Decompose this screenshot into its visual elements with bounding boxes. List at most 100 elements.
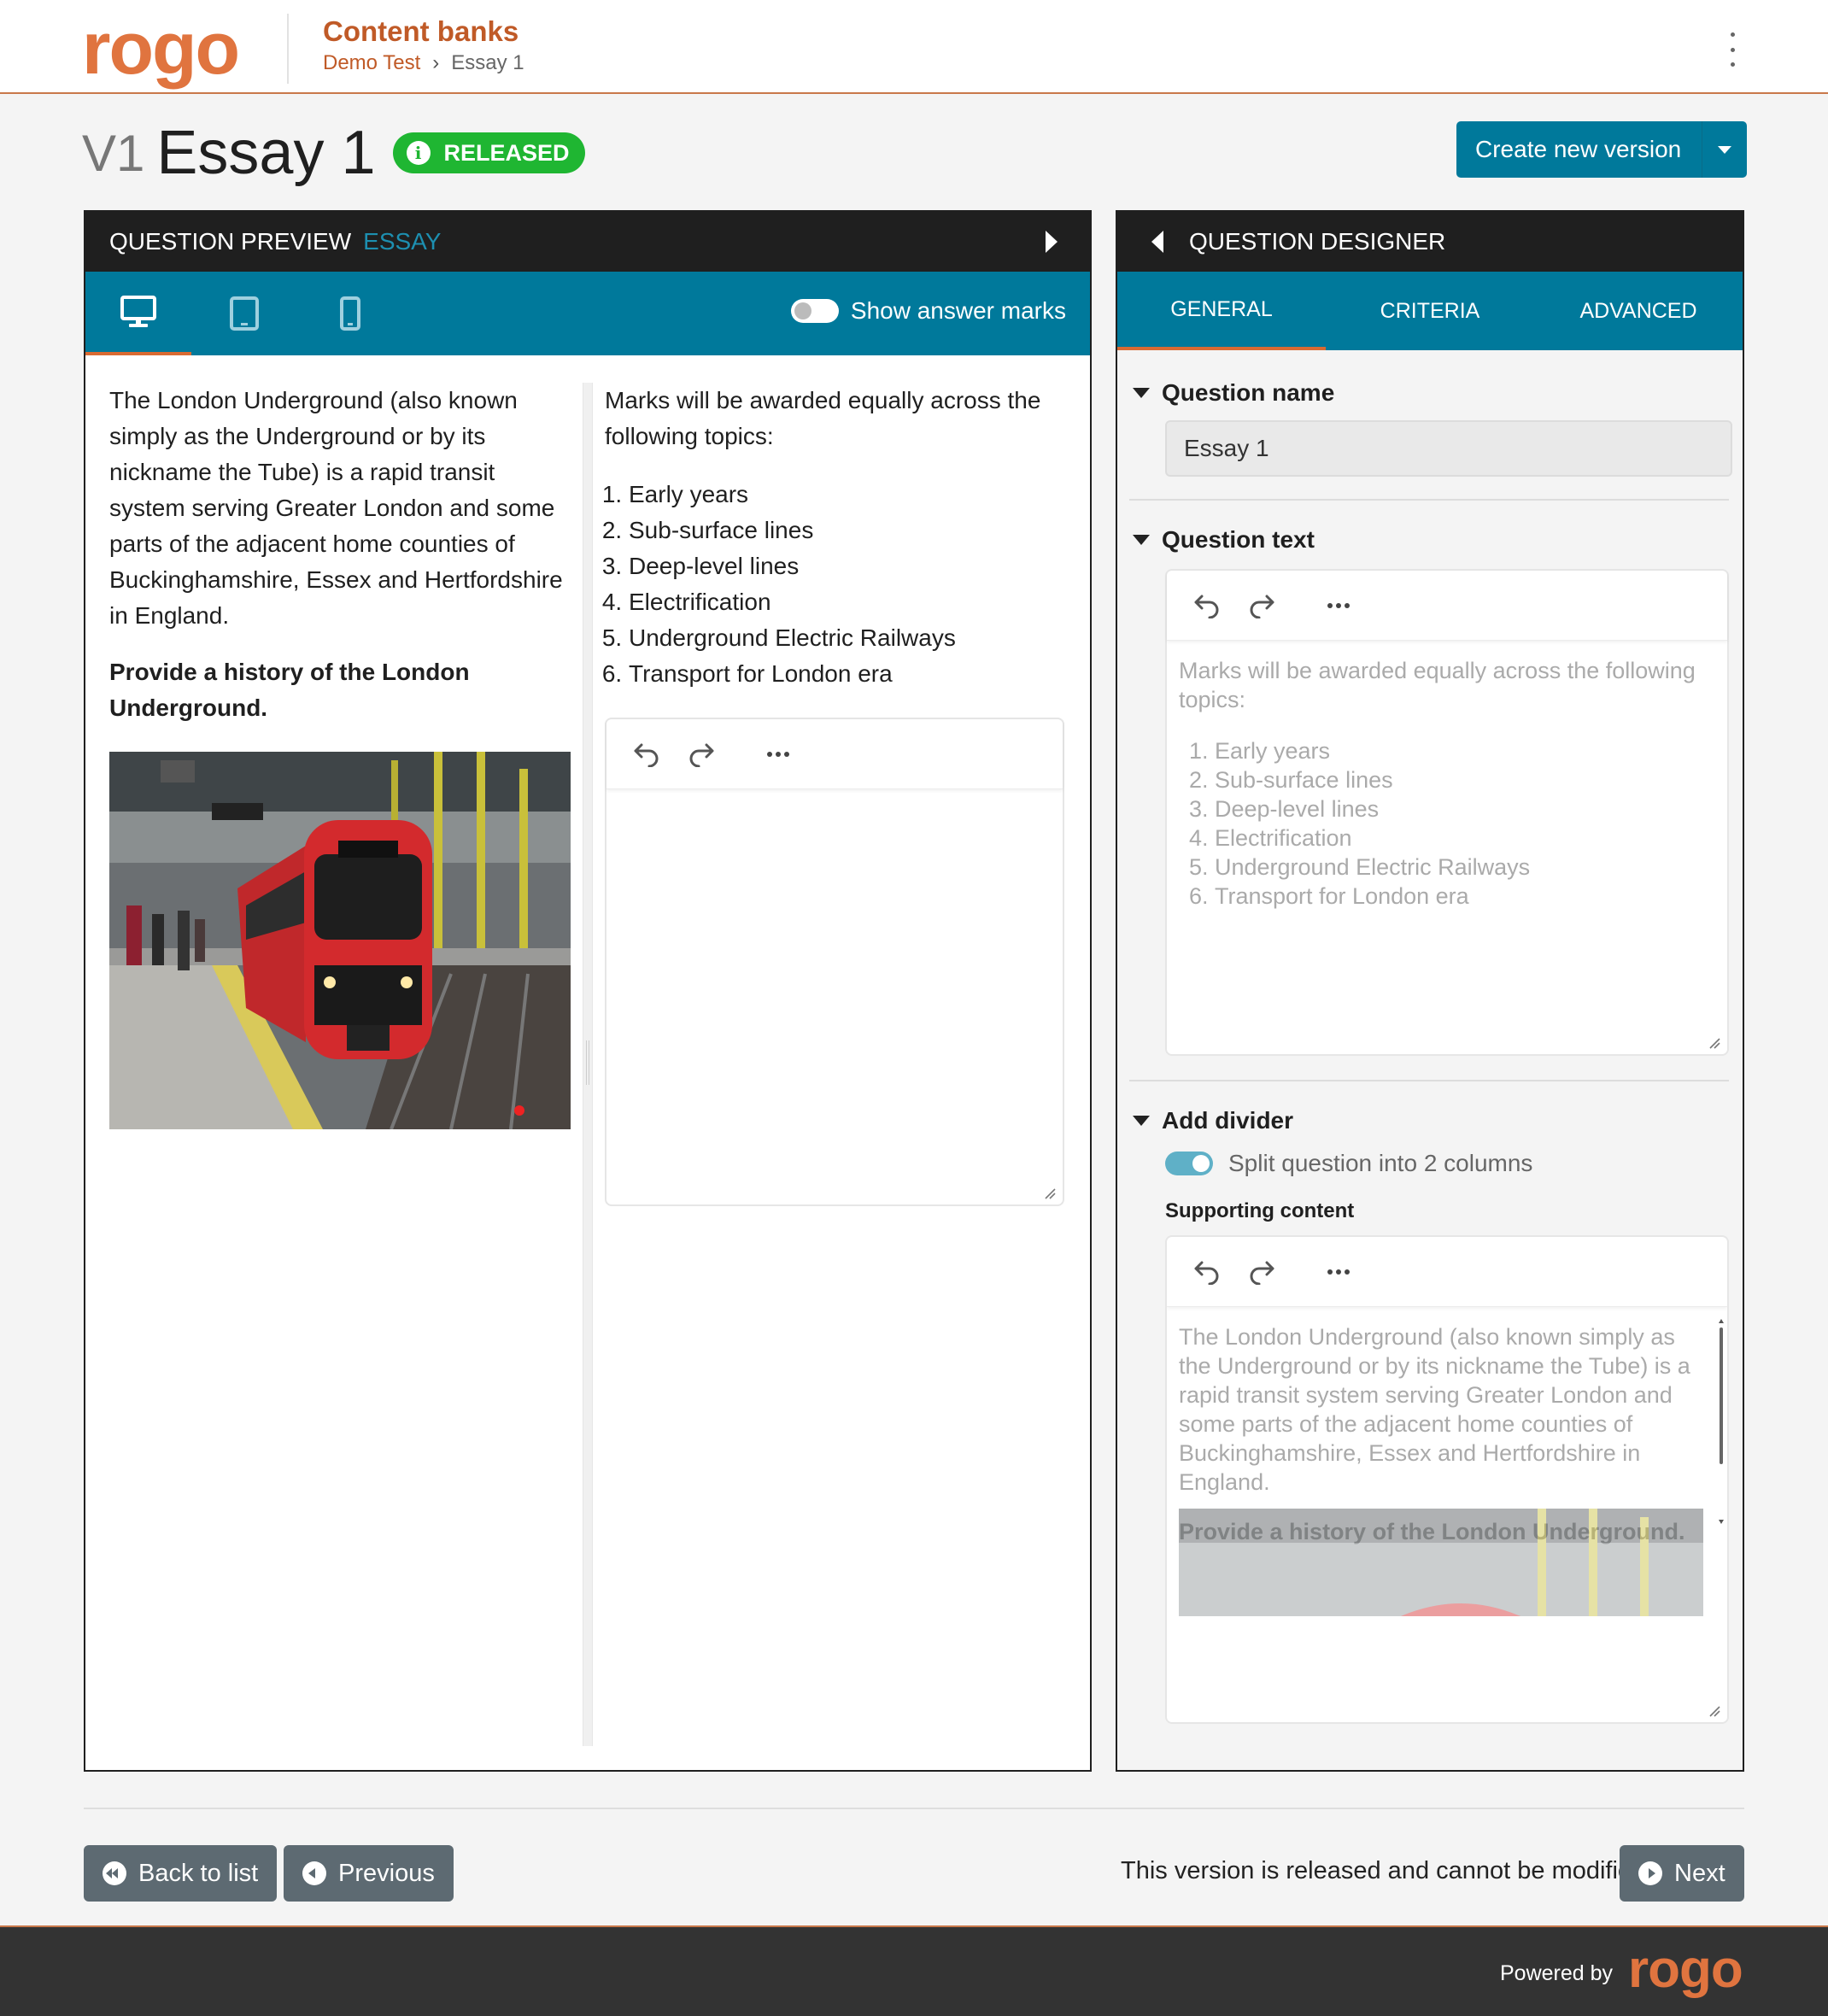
supporting-text: The London Underground (also known simpl…	[1179, 1324, 1690, 1495]
show-answer-marks-toggle[interactable]	[790, 299, 839, 323]
undo-icon[interactable]	[1192, 1259, 1222, 1285]
collapse-left-icon[interactable]	[1151, 231, 1163, 253]
supporting-content-editor[interactable]: The London Underground (also known simpl…	[1165, 1235, 1729, 1724]
previous-button[interactable]: Previous	[284, 1845, 454, 1902]
list-item: Underground Electric Railways	[1215, 853, 1715, 882]
back-to-list-label: Back to list	[138, 1859, 259, 1887]
tab-general[interactable]: GENERAL	[1117, 272, 1326, 350]
section-question-text[interactable]: Question text	[1133, 526, 1315, 554]
list-item: Transport for London era	[1215, 882, 1715, 911]
section-question-name[interactable]: Question name	[1133, 379, 1334, 407]
question-type-label: ESSAY	[363, 228, 442, 255]
list-item: Sub-surface lines	[1215, 765, 1715, 794]
list-item: Transport for London era	[629, 656, 1066, 692]
list-item: Deep-level lines	[1215, 794, 1715, 823]
question-preview-panel: QUESTION PREVIEW ESSAY Show answer marks…	[84, 210, 1092, 1772]
app-header: rogo Content banks Demo Test › Essay 1	[0, 0, 1828, 94]
status-badge: i RELEASED	[392, 132, 585, 173]
status-badge-label: RELEASED	[443, 139, 570, 166]
question-text-content[interactable]: Marks will be awarded equally across the…	[1167, 641, 1727, 911]
designer-tabs: GENERAL CRITERIA ADVANCED	[1117, 272, 1743, 350]
more-tools-icon[interactable]	[767, 751, 789, 757]
mobile-view-button[interactable]	[297, 272, 403, 355]
header-divider	[287, 14, 289, 84]
scrollbar[interactable]	[1719, 1319, 1724, 1524]
desktop-view-button[interactable]	[85, 272, 191, 355]
page-footer: Powered by rogo	[0, 1925, 1828, 2016]
create-new-version-label[interactable]: Create new version	[1456, 121, 1703, 178]
breadcrumb-item-current: Essay 1	[451, 51, 524, 74]
topics-list: Early years Sub-surface lines Deep-level…	[1179, 736, 1715, 911]
editor-toolbar	[606, 719, 1063, 789]
create-new-version-button[interactable]: Create new version	[1456, 121, 1748, 178]
question-intro: Marks will be awarded equally across the…	[605, 387, 1041, 449]
more-tools-icon[interactable]	[1327, 1269, 1350, 1275]
preview-title: QUESTION PREVIEW	[109, 228, 352, 255]
show-answer-marks-label: Show answer marks	[850, 297, 1066, 324]
chevron-left-icon	[302, 1861, 326, 1885]
more-options-icon[interactable]	[1722, 32, 1743, 67]
tablet-view-button[interactable]	[191, 272, 297, 355]
tab-criteria[interactable]: CRITERIA	[1326, 272, 1534, 350]
collapse-right-icon[interactable]	[1046, 231, 1058, 253]
show-answer-marks-toggle-group: Show answer marks	[790, 297, 1066, 325]
section-add-divider[interactable]: Add divider	[1133, 1107, 1293, 1134]
undo-icon[interactable]	[1192, 593, 1222, 618]
supporting-text: The London Underground (also known simpl…	[109, 387, 563, 629]
desktop-icon	[120, 296, 156, 327]
supporting-content-label: Supporting content	[1165, 1199, 1355, 1222]
chevron-right-icon	[1638, 1861, 1662, 1885]
question-name-input[interactable]: Essay 1	[1165, 420, 1732, 477]
version-dropdown-toggle[interactable]	[1702, 145, 1747, 154]
split-columns-toggle[interactable]	[1165, 1152, 1213, 1175]
answer-editor[interactable]	[605, 718, 1064, 1206]
tablet-icon	[230, 296, 259, 331]
resize-handle-icon[interactable]	[1708, 1037, 1720, 1049]
preview-header: QUESTION PREVIEW ESSAY	[85, 212, 1090, 272]
version-label: V1	[82, 124, 145, 182]
list-item: Electrification	[629, 584, 1066, 620]
section-label: Question name	[1162, 379, 1335, 406]
caret-down-icon	[1718, 145, 1732, 154]
caret-down-icon	[1133, 535, 1150, 545]
next-button[interactable]: Next	[1620, 1845, 1744, 1902]
section-divider	[1129, 499, 1729, 501]
breadcrumb: Demo Test › Essay 1	[323, 51, 524, 75]
question-column: Marks will be awarded equally across the…	[605, 383, 1066, 692]
rogo-logo[interactable]: rogo	[82, 7, 240, 91]
info-icon: i	[406, 141, 431, 165]
app-title[interactable]: Content banks	[323, 15, 519, 48]
footer-rogo-logo[interactable]: rogo	[1628, 1939, 1743, 2000]
topics-list: Early years Sub-surface lines Deep-level…	[605, 477, 1066, 692]
powered-by-label: Powered by	[1500, 1961, 1614, 1985]
split-columns-label: Split question into 2 columns	[1228, 1150, 1533, 1176]
breadcrumb-item-demo-test[interactable]: Demo Test	[323, 51, 420, 75]
list-item: Sub-surface lines	[629, 513, 1066, 548]
release-status-text: This version is released and cannot be m…	[1121, 1857, 1646, 1884]
question-text-editor[interactable]: Marks will be awarded equally across the…	[1165, 569, 1729, 1056]
question-designer-panel: QUESTION DESIGNER GENERAL CRITERIA ADVAN…	[1116, 210, 1744, 1772]
double-chevron-left-icon	[103, 1861, 126, 1885]
list-item: Early years	[1215, 736, 1715, 765]
back-to-list-button[interactable]: Back to list	[84, 1845, 278, 1902]
page-title-row: V1 Essay 1 i RELEASED	[82, 118, 585, 188]
resize-handle-icon[interactable]	[1708, 1705, 1720, 1717]
list-item: Underground Electric Railways	[629, 620, 1066, 656]
list-item: Electrification	[1215, 823, 1715, 853]
split-columns-toggle-group: Split question into 2 columns	[1165, 1150, 1532, 1177]
redo-icon[interactable]	[1247, 593, 1276, 618]
footer-divider	[84, 1808, 1744, 1809]
previous-label: Previous	[338, 1859, 435, 1887]
tab-advanced[interactable]: ADVANCED	[1534, 272, 1743, 350]
preview-toolbar: Show answer marks	[85, 272, 1090, 355]
train-image-thumbnail	[1179, 1509, 1703, 1616]
section-divider	[1129, 1080, 1729, 1081]
resize-handle-icon[interactable]	[1044, 1187, 1056, 1199]
section-label: Question text	[1162, 526, 1315, 553]
undo-icon[interactable]	[632, 741, 661, 767]
more-tools-icon[interactable]	[1327, 602, 1350, 608]
train-image	[109, 752, 571, 1129]
column-resize-handle[interactable]	[583, 383, 593, 1746]
redo-icon[interactable]	[1247, 1259, 1276, 1285]
redo-icon[interactable]	[687, 741, 716, 767]
